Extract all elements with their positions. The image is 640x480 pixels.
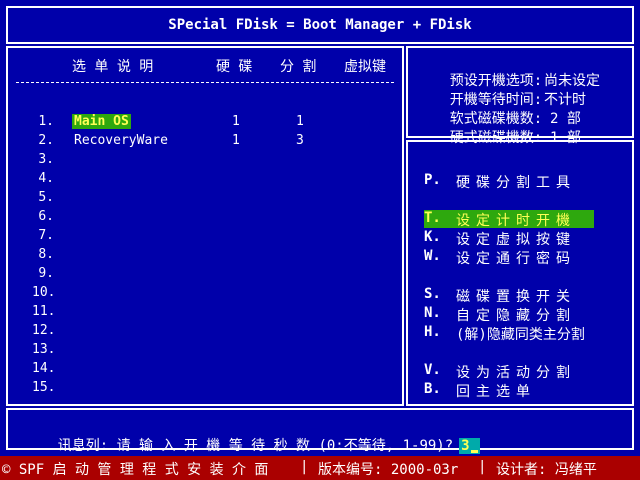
menu-label: 硬碟分割工具	[456, 175, 576, 191]
boot-entry-row[interactable]: 12.	[8, 323, 398, 341]
header-virtual-key: 虚拟键	[344, 59, 386, 75]
menu-label: 设为活动分割	[456, 365, 576, 381]
menu-key: B.	[424, 381, 441, 397]
menu-key: N.	[424, 305, 441, 321]
header-disk: 硬 碟	[216, 59, 253, 75]
message-bar: 讯息列: 请 输 入 开 機 等 待 秒 数 (0:不等待, 1-99)? 3	[6, 408, 634, 454]
boot-entry-row[interactable]: 13.	[8, 342, 398, 360]
app-title: SPecial FDisk = Boot Manager + FDisk	[168, 17, 472, 33]
prompt-label: 讯息列:	[57, 438, 109, 454]
prompt-question: 请 输 入 开 機 等 待 秒 数 (0:不等待, 1-99)?	[116, 438, 454, 454]
boot-entry-row[interactable]: 4.	[8, 171, 398, 189]
entry-number: 7.	[38, 228, 54, 243]
status-separator: |	[478, 459, 487, 475]
entry-number: 10.	[32, 285, 56, 300]
entry-disk: 1	[232, 133, 240, 148]
boot-entry-row[interactable]: 14.	[8, 361, 398, 379]
info-value: 尚未设定	[544, 73, 600, 89]
menu-key: P.	[424, 172, 441, 188]
menu-key: W.	[424, 248, 441, 264]
menu-key: T.	[424, 210, 441, 226]
status-designer: 设计者: 冯绪平	[496, 462, 597, 478]
boot-entry-row[interactable]: 2. RecoveryWare 1 3	[8, 133, 398, 151]
entry-partition: 3	[296, 133, 304, 148]
entry-number: 8.	[38, 247, 54, 262]
boot-entry-row[interactable]: 1. Main OS 1 1	[8, 114, 398, 132]
entry-name: RecoveryWare	[74, 133, 168, 148]
entry-partition: 1	[296, 114, 304, 129]
boot-entry-row[interactable]: 7.	[8, 228, 398, 246]
entry-number: 13.	[32, 342, 56, 357]
entry-number: 9.	[38, 266, 54, 281]
menu-key: K.	[424, 229, 441, 245]
title-bar: SPecial FDisk = Boot Manager + FDisk	[6, 6, 634, 44]
entry-number: 11.	[32, 304, 56, 319]
entry-name: Main OS	[72, 114, 131, 129]
header-partition: 分 割	[280, 59, 317, 75]
entry-number: 12.	[32, 323, 56, 338]
entry-number: 14.	[32, 361, 56, 376]
boot-menu-list: 选 单 说 明 硬 碟 分 割 虚拟键 1. Main OS 1 1 2. Recover…	[6, 46, 404, 406]
boot-entry-row[interactable]: 9.	[8, 266, 398, 284]
menu-label: 回主选单	[456, 384, 536, 400]
menu-key: V.	[424, 362, 441, 378]
entry-number: 5.	[38, 190, 54, 205]
boot-entry-row[interactable]: 5.	[8, 190, 398, 208]
menu-key: S.	[424, 286, 441, 302]
menu-item-timed-boot[interactable]: T. 设定计时开機	[424, 210, 594, 229]
entry-disk: 1	[232, 114, 240, 129]
info-value: 2 部	[550, 111, 581, 127]
header-description: 选 单 说 明	[72, 59, 154, 75]
boot-entry-row[interactable]: 8.	[8, 247, 398, 265]
entry-number: 6.	[38, 209, 54, 224]
entry-number: 2.	[38, 133, 54, 148]
status-version: 版本编号: 2000-03r	[318, 462, 459, 478]
menu-key: H.	[424, 324, 441, 340]
menu-label: 自定隐藏分割	[456, 308, 576, 324]
menu-label: 设定虚拟按键	[456, 232, 576, 248]
boot-entry-row[interactable]: 15.	[8, 380, 398, 398]
entry-number: 1.	[38, 114, 54, 129]
menu-label: (解)隐藏同类主分割	[456, 327, 585, 343]
boot-entry-row[interactable]: 3.	[8, 152, 398, 170]
wait-seconds-input[interactable]: 3	[459, 438, 480, 454]
header-divider	[16, 82, 394, 83]
boot-entry-row[interactable]: 11.	[8, 304, 398, 322]
menu-label: 磁碟置换开关	[456, 289, 576, 305]
info-panel: 预设开機选项: 尚未设定 开機等待时间: 不计时 软式磁碟機数: 2 部 硬式磁碟機数…	[406, 46, 634, 146]
entry-number: 3.	[38, 152, 54, 167]
boot-entry-row[interactable]: 10.	[8, 285, 398, 303]
status-separator: |	[300, 459, 309, 475]
function-menu: P. 硬碟分割工具 T. 设定计时开機 K. 设定虚拟按键 W. 设定通行密码 S. 磁碟…	[406, 140, 634, 406]
status-app-name: © SPF 启 动 管 理 程 式 安 装 介 面	[2, 462, 269, 478]
entry-number: 15.	[32, 380, 56, 395]
boot-entry-row[interactable]: 6.	[8, 209, 398, 227]
info-value: 不计时	[544, 92, 586, 108]
menu-label: 设定计时开機	[456, 213, 576, 229]
status-bar: © SPF 启 动 管 理 程 式 安 装 介 面 | 版本编号: 2000-0…	[0, 456, 640, 480]
entry-number: 4.	[38, 171, 54, 186]
menu-label: 设定通行密码	[456, 251, 576, 267]
